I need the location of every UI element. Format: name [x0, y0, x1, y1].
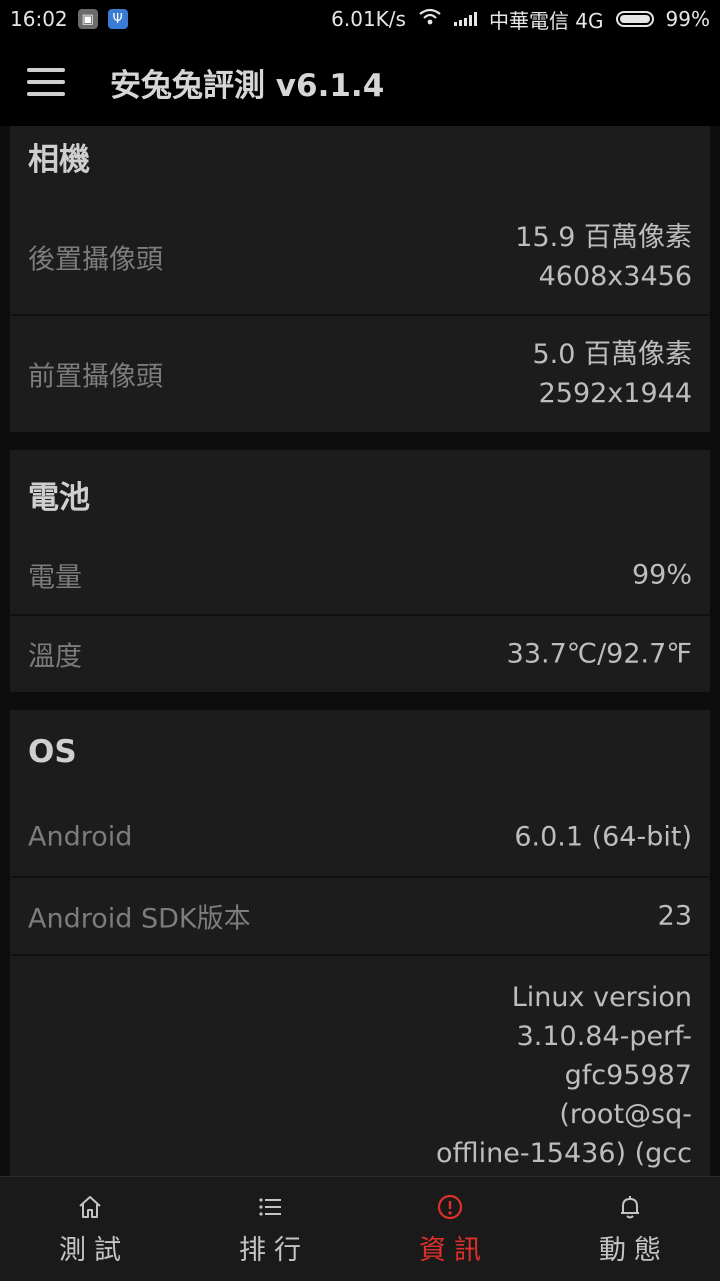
battery-level-label: 電量 [28, 562, 82, 594]
front-camera-resolution: 2592x1944 [538, 378, 692, 409]
front-camera-label: 前置攝像頭 [28, 361, 163, 393]
kernel-line: (root@sq- [559, 1099, 692, 1130]
nav-tab-news[interactable]: 動態 [540, 1177, 720, 1281]
battery-percent: 99% [665, 7, 710, 31]
menu-button[interactable] [2, 38, 90, 126]
battery-card: 電池 電量 99% 溫度 33.7℃/92.7℉ [10, 450, 710, 692]
nav-tab-info[interactable]: 資訊 [360, 1177, 540, 1281]
bell-icon [615, 1192, 645, 1222]
status-bar: 16:02 ▣ Ψ 6.01K/s 中華電信 4G 99% [0, 0, 720, 38]
signal-icon [453, 12, 477, 26]
nav-tab-news-label: 動態 [599, 1234, 669, 1266]
battery-temp-value: 33.7℃/92.7℉ [506, 638, 692, 670]
front-camera-row: 前置攝像頭 5.0 百萬像素 2592x1944 [10, 314, 710, 432]
battery-icon [615, 11, 654, 27]
android-version-label: Android [28, 821, 133, 853]
battery-temp-label: 溫度 [28, 641, 82, 673]
info-icon [435, 1192, 465, 1222]
battery-level-value: 99% [631, 559, 692, 591]
kernel-line: offline-15436) (gcc [436, 1138, 692, 1169]
android-version-value: 6.0.1 (64-bit) [514, 821, 692, 853]
camera-title: 相機 [28, 142, 90, 178]
nav-tab-test-label: 測試 [59, 1234, 129, 1266]
nav-tab-ranking-label: 排行 [239, 1234, 309, 1266]
kernel-version-row: Linux version 3.10.84-perf- gfc95987 (ro… [10, 954, 710, 1176]
os-card: OS Android 6.0.1 (64-bit) Android SDK版本 … [10, 710, 710, 1176]
app-bar: 安兔兔評測 v6.1.4 [0, 38, 720, 126]
os-title: OS [28, 734, 77, 770]
kernel-line: 3.10.84-perf- [516, 1021, 692, 1052]
carrier-name: 中華電信 4G [488, 8, 604, 33]
battery-level-row: 電量 99% [10, 536, 710, 614]
rear-camera-resolution: 4608x3456 [538, 261, 692, 292]
wifi-icon [418, 7, 442, 31]
android-sdk-value: 23 [657, 900, 692, 932]
android-sdk-label: Android SDK版本 [28, 903, 251, 935]
usb-icon: Ψ [107, 9, 128, 29]
camera-card: 相機 後置攝像頭 15.9 百萬像素 4608x3456 前置攝像頭 5.0 百… [10, 126, 710, 432]
android-sdk-row: Android SDK版本 23 [10, 876, 710, 954]
rear-camera-value: 15.9 百萬像素 4608x3456 [515, 218, 692, 296]
hamburger-icon [27, 68, 65, 96]
front-camera-value: 5.0 百萬像素 2592x1944 [532, 335, 692, 413]
list-icon [255, 1192, 285, 1222]
home-icon [75, 1192, 105, 1222]
kernel-version-value: Linux version 3.10.84-perf- gfc95987 (ro… [436, 978, 692, 1173]
android-version-row: Android 6.0.1 (64-bit) [10, 798, 710, 876]
rear-camera-row: 後置攝像頭 15.9 百萬像素 4608x3456 [10, 198, 710, 316]
rear-camera-label: 後置攝像頭 [28, 244, 163, 276]
network-speed: 6.01K/s [331, 7, 406, 31]
kernel-line: Linux version [511, 982, 692, 1013]
status-time: 16:02 [10, 7, 68, 31]
nav-tab-test[interactable]: 測試 [0, 1177, 180, 1281]
nav-tab-info-label: 資訊 [419, 1234, 489, 1266]
content-scroll[interactable]: 相機 後置攝像頭 15.9 百萬像素 4608x3456 前置攝像頭 5.0 百… [0, 126, 720, 1176]
nav-tab-ranking[interactable]: 排行 [180, 1177, 360, 1281]
app-title: 安兔兔評測 v6.1.4 [110, 67, 385, 104]
screenshot-icon: ▣ [77, 9, 98, 29]
kernel-line: gfc95987 [564, 1060, 692, 1091]
rear-camera-megapixels: 15.9 百萬像素 [515, 222, 692, 253]
bottom-navigation: 測試 排行 資訊 動態 [0, 1176, 720, 1281]
front-camera-megapixels: 5.0 百萬像素 [532, 339, 692, 370]
battery-temp-row: 溫度 33.7℃/92.7℉ [10, 614, 710, 692]
battery-title: 電池 [28, 480, 90, 516]
